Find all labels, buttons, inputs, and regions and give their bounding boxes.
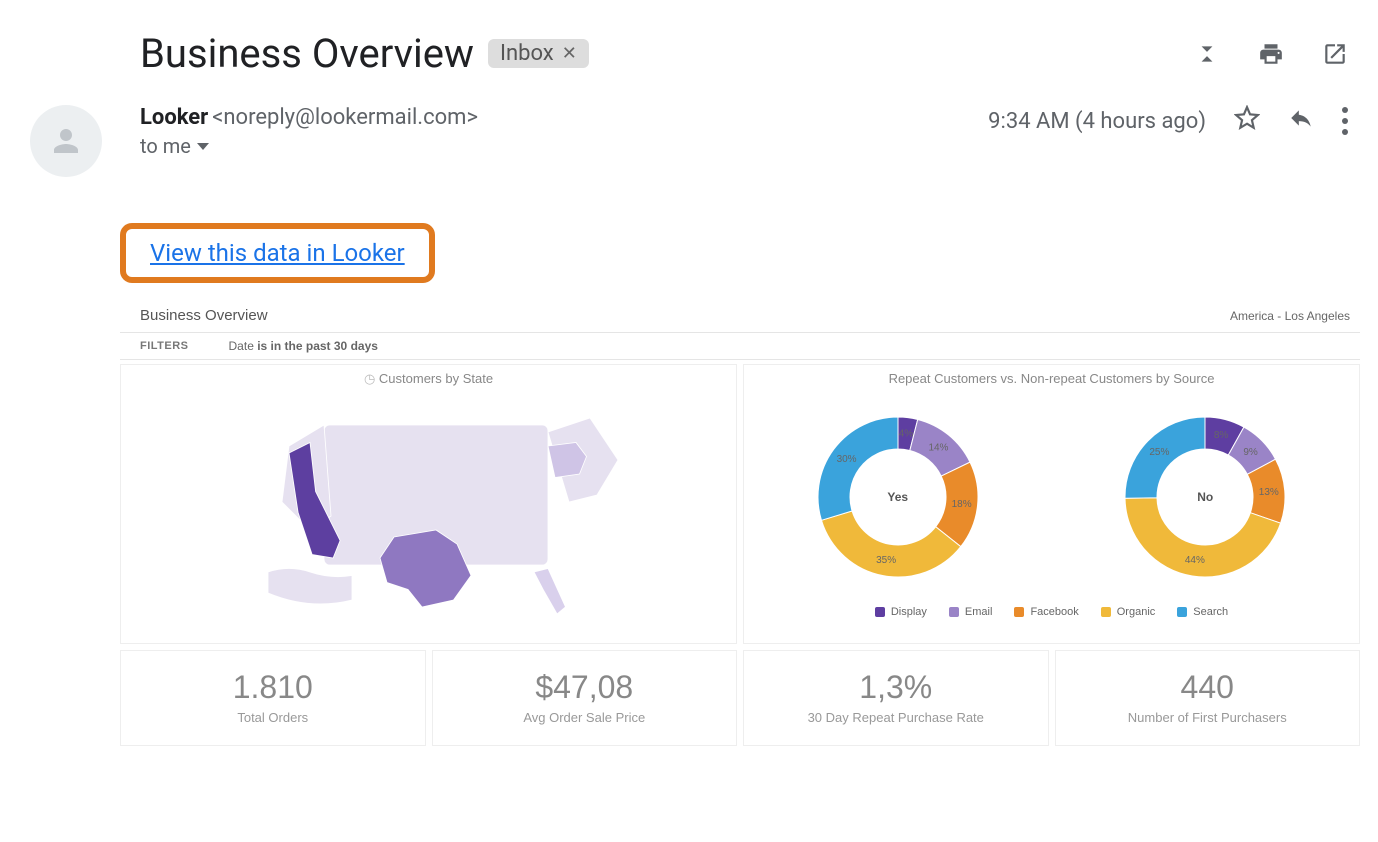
- kpi-label: Avg Order Sale Price: [433, 710, 737, 725]
- dashboard-title: Business Overview: [140, 307, 268, 324]
- kpi-label: Number of First Purchasers: [1056, 710, 1360, 725]
- kpi-value: 1,3%: [744, 669, 1048, 706]
- reply-icon[interactable]: [1288, 105, 1314, 137]
- email-subject-row: Business Overview Inbox ✕: [140, 30, 1348, 77]
- legend-facebook: Facebook: [1014, 606, 1078, 618]
- svg-text:4%: 4%: [898, 428, 913, 439]
- person-icon: [48, 123, 84, 159]
- kpi-value: $47,08: [433, 669, 737, 706]
- svg-text:30%: 30%: [836, 454, 856, 465]
- svg-text:35%: 35%: [876, 555, 896, 566]
- to-line-text: to me: [140, 134, 191, 158]
- svg-text:8%: 8%: [1214, 430, 1229, 441]
- chevron-down-icon: [197, 143, 209, 150]
- legend-organic: Organic: [1101, 606, 1156, 618]
- filter-bold: is in the past 30 days: [257, 339, 378, 353]
- legend-search: Search: [1177, 606, 1228, 618]
- donut-panel: Repeat Customers vs. Non-repeat Customer…: [743, 364, 1360, 644]
- sender-avatar[interactable]: [30, 105, 102, 177]
- legend-display: Display: [875, 606, 927, 618]
- kpi-repeat-rate: 1,3% 30 Day Repeat Purchase Rate: [743, 650, 1049, 746]
- donut-legend: Display Email Facebook Organic Search: [744, 606, 1359, 618]
- filter-prefix: Date: [229, 339, 258, 353]
- inbox-label-text: Inbox: [500, 41, 554, 66]
- star-icon[interactable]: [1234, 105, 1260, 137]
- kpi-value: 1.810: [121, 669, 425, 706]
- svg-text:13%: 13%: [1259, 487, 1279, 498]
- remove-label-icon[interactable]: ✕: [562, 43, 577, 64]
- cta-highlight-box: View this data in Looker: [120, 223, 435, 283]
- sender-row: Looker <noreply@lookermail.com> to me 9:…: [30, 105, 1348, 177]
- dashboard-timezone: America - Los Angeles: [1230, 309, 1350, 323]
- filter-text: Date is in the past 30 days: [229, 339, 378, 353]
- filters-label: FILTERS: [140, 340, 189, 352]
- donut-yes: 4% 14% 18% 35% 30% Yes: [798, 397, 998, 597]
- open-in-new-icon[interactable]: [1322, 41, 1348, 67]
- kpi-label: Total Orders: [121, 710, 425, 725]
- dashboard: Business Overview America - Los Angeles …: [120, 301, 1360, 746]
- kpi-first-purchasers: 440 Number of First Purchasers: [1055, 650, 1361, 746]
- inbox-label-chip[interactable]: Inbox ✕: [488, 39, 589, 68]
- svg-text:9%: 9%: [1244, 447, 1259, 458]
- kpis-row: 1.810 Total Orders $47,08 Avg Order Sale…: [120, 650, 1360, 746]
- donut-panel-title: Repeat Customers vs. Non-repeat Customer…: [744, 365, 1359, 388]
- svg-text:25%: 25%: [1150, 447, 1170, 458]
- donut-no: 8% 9% 13% 44% 25% No: [1105, 397, 1305, 597]
- svg-text:14%: 14%: [928, 442, 948, 453]
- sender-name: Looker: [140, 105, 208, 130]
- kpi-avg-order: $47,08 Avg Order Sale Price: [432, 650, 738, 746]
- kpi-total-orders: 1.810 Total Orders: [120, 650, 426, 746]
- more-icon[interactable]: [1342, 107, 1348, 135]
- panels-row: ◷ Customers by State: [120, 364, 1360, 644]
- filters-bar: FILTERS Date is in the past 30 days: [120, 332, 1360, 360]
- svg-text:18%: 18%: [951, 499, 971, 510]
- view-in-looker-link[interactable]: View this data in Looker: [150, 239, 405, 267]
- kpi-value: 440: [1056, 669, 1360, 706]
- sender-text: Looker <noreply@lookermail.com> to me: [140, 105, 478, 158]
- donut-no-center: No: [1197, 490, 1213, 504]
- collapse-icon[interactable]: [1194, 41, 1220, 67]
- message-meta: 9:34 AM (4 hours ago): [988, 105, 1348, 137]
- to-line[interactable]: to me: [140, 134, 478, 158]
- kpi-label: 30 Day Repeat Purchase Rate: [744, 710, 1048, 725]
- dashboard-header: Business Overview America - Los Angeles: [120, 301, 1360, 332]
- print-icon[interactable]: [1258, 41, 1284, 67]
- email-subject: Business Overview: [140, 30, 474, 77]
- us-map: [121, 389, 736, 629]
- legend-email: Email: [949, 606, 993, 618]
- email-timestamp: 9:34 AM (4 hours ago): [988, 109, 1206, 134]
- sender-email: <noreply@lookermail.com>: [212, 105, 478, 130]
- map-panel: ◷ Customers by State: [120, 364, 737, 644]
- donuts-wrap: 4% 14% 18% 35% 30% Yes 8% 9% 13% 44% 25% No: [744, 392, 1359, 602]
- svg-text:44%: 44%: [1185, 555, 1205, 566]
- header-actions: [1194, 41, 1348, 67]
- donut-yes-center: Yes: [887, 490, 908, 504]
